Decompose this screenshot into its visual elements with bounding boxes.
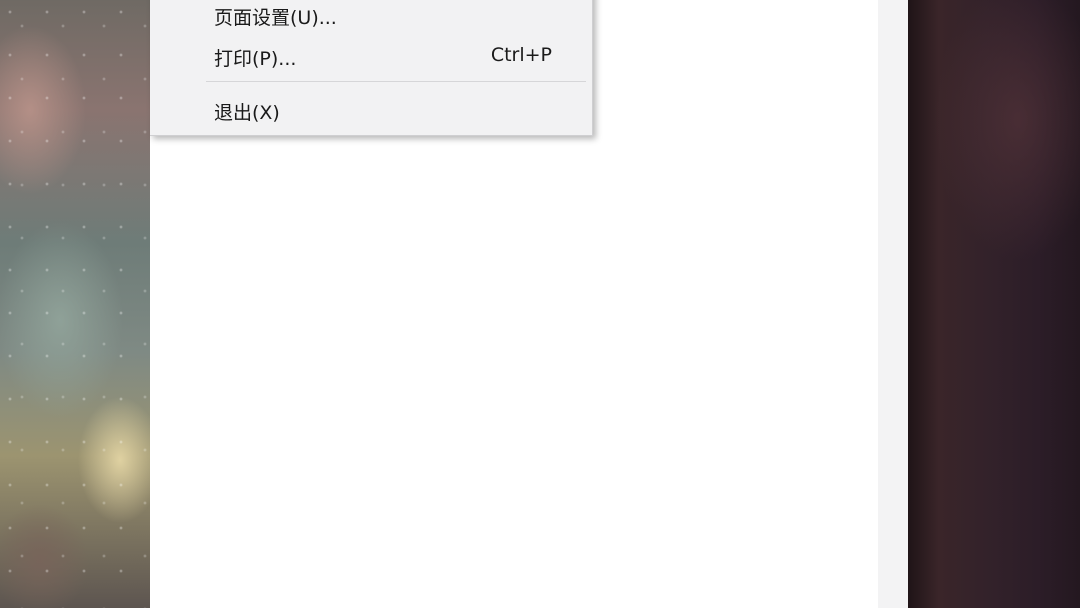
menu-item-print[interactable]: 打印(P)... Ctrl+P (150, 38, 592, 70)
desktop-wallpaper-left (0, 0, 150, 608)
menu-item-label: 退出(X) (214, 102, 280, 124)
menu-separator (206, 81, 586, 82)
menu-item-exit[interactable]: 退出(X) (150, 92, 592, 124)
menu-item-label: 页面设置(U)... (214, 7, 337, 29)
menu-item-label: 打印(P)... (214, 48, 297, 70)
menu-item-shortcut: Ctrl+P (490, 44, 552, 66)
menu-item-page-setup[interactable]: 页面设置(U)... (150, 0, 592, 29)
rain-droplets (0, 0, 150, 608)
desktop: 页面设置(U)... 打印(P)... Ctrl+P 退出(X) (0, 0, 1080, 608)
desktop-wallpaper-right (908, 0, 1080, 608)
vertical-scrollbar[interactable] (878, 0, 908, 608)
file-menu-dropdown: 页面设置(U)... 打印(P)... Ctrl+P 退出(X) (150, 0, 593, 136)
